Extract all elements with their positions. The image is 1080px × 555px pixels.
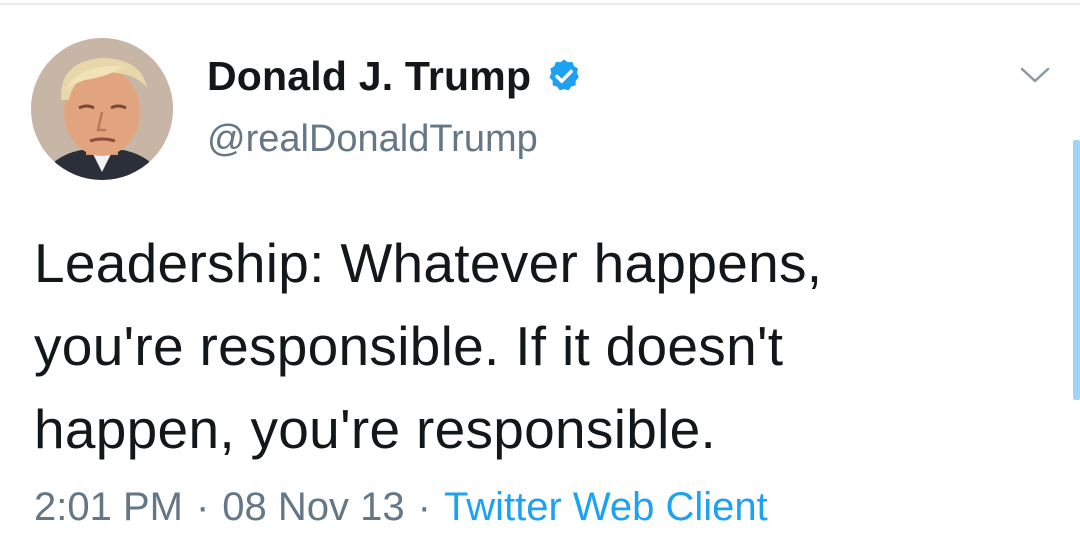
tweet-text-line: Leadership: Whatever happens,: [34, 232, 823, 294]
author-handle[interactable]: @realDonaldTrump: [207, 118, 583, 161]
tweet-text: Leadership: Whatever happens, you're res…: [34, 222, 1034, 471]
meta-separator: ·: [417, 485, 431, 529]
meta-separator: ·: [195, 485, 210, 529]
verified-badge-icon: [545, 57, 583, 95]
tweet-card[interactable]: Donald J. Trump @realDonaldTrump Leaders…: [0, 0, 1080, 555]
tweet-header: Donald J. Trump @realDonaldTrump: [207, 48, 583, 161]
avatar-image: [31, 38, 173, 180]
name-row: Donald J. Trump: [207, 48, 583, 104]
author-avatar[interactable]: [31, 38, 173, 180]
tweet-text-line: happen, you're responsible.: [34, 398, 717, 460]
tweet-time[interactable]: 2:01 PM: [34, 485, 183, 530]
tweet-metadata: 2:01 PM · 08 Nov 13 · Twitter Web Client: [34, 485, 768, 530]
chevron-down-icon[interactable]: [1017, 63, 1053, 87]
scrollbar[interactable]: [1073, 140, 1080, 400]
tweet-text-line: you're responsible. If it doesn't: [34, 315, 784, 377]
tweet-date[interactable]: 08 Nov 13: [222, 485, 404, 530]
author-display-name[interactable]: Donald J. Trump: [207, 53, 531, 100]
tweet-source-link[interactable]: Twitter Web Client: [444, 485, 768, 530]
